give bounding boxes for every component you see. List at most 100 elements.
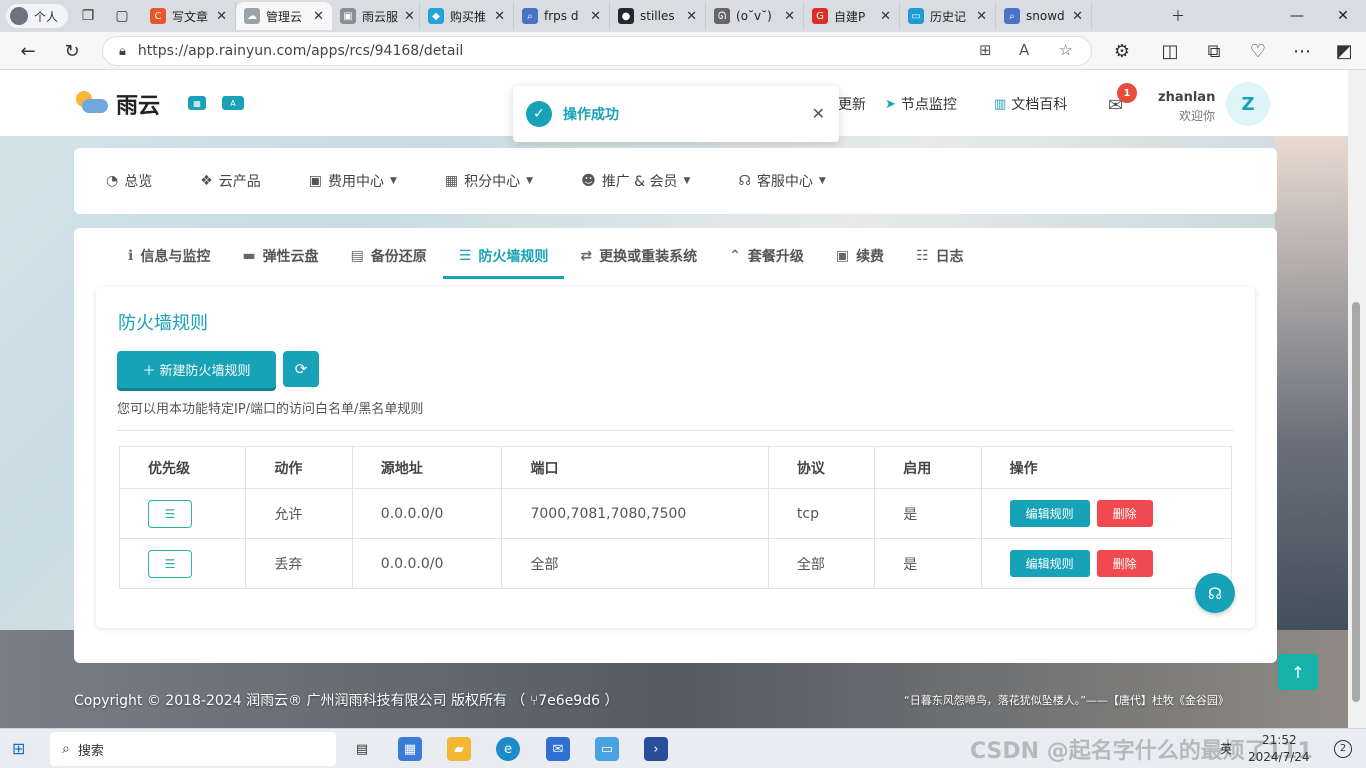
back-to-top-button[interactable]: ↑: [1278, 654, 1318, 690]
browser-tab[interactable]: ☁ 管理云 ✕: [236, 2, 333, 30]
read-aloud-icon[interactable]: A: [1019, 41, 1029, 59]
detail-tab[interactable]: ▤ 备份还原: [335, 239, 443, 273]
profile-avatar-icon: [10, 7, 28, 25]
translate-icon[interactable]: A: [222, 96, 244, 110]
tab-icon: ⌃: [729, 248, 741, 264]
tab-title: frps d: [544, 9, 579, 23]
browser-tab[interactable]: ▭ 历史记 ✕: [900, 2, 997, 30]
browser-tab[interactable]: ⌕ frps d ✕: [514, 2, 611, 30]
page-scrollbar[interactable]: [1348, 70, 1366, 728]
firewall-rules-table: 优先级 动作 源地址 端口 协议 启用 操作 ☰ 允许 0.0.0.0/0 7000,7081,7…: [118, 446, 1233, 589]
browser-tab[interactable]: ᘏ (o˘v˘) ✕: [706, 2, 805, 30]
tab-label: 更换或重装系统: [599, 249, 698, 265]
browser-tab[interactable]: ◆ 购买推 ✕: [420, 2, 515, 30]
tab-close-icon[interactable]: ✕: [313, 9, 324, 24]
tab-close-icon[interactable]: ✕: [686, 9, 697, 24]
powershell-icon[interactable]: ›: [644, 737, 668, 761]
browser-tab[interactable]: C 写文章 ✕: [142, 2, 237, 30]
nav-link-docs[interactable]: ▥ 文档百科: [994, 94, 1067, 114]
edit-rule-button[interactable]: 编辑规则: [1009, 500, 1090, 527]
more-menu-icon[interactable]: ⋯: [1288, 37, 1316, 65]
new-tab-icon[interactable]: ＋: [1164, 2, 1192, 30]
task-view-icon[interactable]: ▤: [350, 737, 374, 761]
reload-icon[interactable]: ↻: [58, 37, 86, 65]
collections-icon[interactable]: ⧉: [1200, 37, 1228, 65]
favorite-star-icon[interactable]: ☆: [1059, 41, 1072, 59]
detail-tab[interactable]: ☰ 防火墙规则: [442, 239, 565, 279]
detail-tab[interactable]: ☷ 日志: [900, 239, 980, 273]
delete-rule-button[interactable]: 删除: [1096, 500, 1153, 527]
edge-icon[interactable]: e: [496, 737, 520, 761]
detail-tab[interactable]: ℹ 信息与监控: [112, 239, 226, 273]
username[interactable]: zhanlan: [1158, 90, 1215, 105]
tab-close-icon[interactable]: ✕: [784, 9, 795, 24]
detail-tab[interactable]: ▣ 续费: [820, 239, 900, 273]
tab-close-icon[interactable]: ✕: [1072, 9, 1083, 24]
back-icon[interactable]: ←: [14, 37, 42, 65]
new-firewall-rule-button[interactable]: ＋ 新建防火墙规则: [117, 351, 276, 388]
notification-badge[interactable]: 2: [1334, 740, 1352, 758]
taskbar-search[interactable]: ⌕ 搜索: [50, 732, 336, 766]
ime-indicator[interactable]: 英: [1220, 740, 1232, 757]
image-toggle-icon[interactable]: ▦: [188, 96, 206, 110]
menu-item[interactable]: ▦ 积分中心 ▼: [445, 171, 533, 191]
site-logo[interactable]: 雨云: [72, 88, 160, 120]
tab-close-icon[interactable]: ✕: [976, 9, 987, 24]
store-icon[interactable]: ▦: [398, 737, 422, 761]
browser-essentials-icon[interactable]: ♡: [1244, 37, 1272, 65]
tab-close-icon[interactable]: ✕: [880, 9, 891, 24]
tab-favicon-icon: ▭: [908, 8, 925, 24]
menu-item[interactable]: ☊ 客服中心 ▼: [738, 171, 825, 191]
minimize-icon[interactable]: —: [1274, 0, 1320, 32]
nav-link-node-monitor[interactable]: ➤ 节点监控: [885, 94, 957, 114]
workspaces-icon[interactable]: ❐: [74, 2, 102, 30]
tab-title: 雨云服: [362, 9, 399, 24]
drag-handle-icon[interactable]: ☰: [148, 549, 192, 578]
menu-item[interactable]: ◔ 总览: [106, 171, 152, 191]
tab-close-icon[interactable]: ✕: [590, 9, 601, 24]
browser-tab[interactable]: ▣ 雨云服 ✕: [332, 2, 421, 30]
tab-close-icon[interactable]: ✕: [404, 9, 415, 24]
mail-app-icon[interactable]: ✉: [546, 737, 570, 761]
extensions-icon[interactable]: ⚙: [1108, 37, 1136, 65]
detail-tab[interactable]: ⌃ 套餐升级: [713, 239, 820, 273]
menu-item[interactable]: ▣ 费用中心 ▼: [309, 171, 397, 191]
browser-tab[interactable]: ● stilles ✕: [610, 2, 707, 30]
detail-tab[interactable]: ▬ 弹性云盘: [226, 239, 334, 273]
nav-link-update[interactable]: 更新: [838, 94, 866, 114]
tab-close-icon[interactable]: ✕: [494, 9, 505, 24]
menu-label: 总览: [124, 174, 153, 190]
url-field[interactable]: 🔒︎ https://app.rainyun.com/apps/rcs/9416…: [102, 36, 1092, 66]
profile-button[interactable]: 个人: [6, 4, 69, 28]
menu-item[interactable]: ❖ 云产品: [200, 171, 261, 191]
edit-rule-button[interactable]: 编辑规则: [1009, 550, 1090, 577]
profile-label: 个人: [34, 9, 59, 24]
app-available-icon[interactable]: ⊞: [979, 41, 992, 59]
user-avatar[interactable]: Z: [1226, 82, 1270, 126]
toast-close-icon[interactable]: ✕: [812, 104, 825, 123]
windows-start-icon[interactable]: ⊞: [12, 739, 25, 758]
menu-item[interactable]: ☻ 推广 & 会员 ▼: [581, 171, 690, 191]
close-window-icon[interactable]: ✕: [1320, 0, 1366, 32]
copilot-icon[interactable]: ◩: [1330, 37, 1358, 65]
delete-rule-button[interactable]: 删除: [1096, 550, 1153, 577]
browser-tab[interactable]: G 自建P ✕: [804, 2, 901, 30]
refresh-button[interactable]: ⟳: [283, 351, 319, 387]
column-header: 操作: [980, 446, 1233, 489]
clock-date[interactable]: 2024/7/24: [1248, 750, 1310, 764]
file-explorer-icon[interactable]: ▰: [447, 737, 471, 761]
tab-actions-icon[interactable]: ▢: [108, 2, 136, 30]
tab-title: 写文章: [172, 9, 209, 24]
customer-support-button[interactable]: ☊: [1195, 573, 1235, 613]
detail-tab[interactable]: ⇄ 更换或重装系统: [564, 239, 713, 273]
clock-time[interactable]: 21:52: [1262, 733, 1297, 747]
tab-close-icon[interactable]: ✕: [216, 9, 227, 24]
arrow-up-icon: ↑: [1291, 662, 1305, 682]
browser-tab[interactable]: ⌕ snowd ✕: [996, 2, 1093, 30]
remote-desktop-icon[interactable]: ▭: [595, 737, 619, 761]
main-menu: ◔ 总览 ❖ 云产品 ▣ 费用中心 ▼ ▦ 积分中心 ▼ ☻ 推广 & 会员 ▼ ☊ 客服中心 ▼: [74, 148, 1277, 214]
tab-title: (o˘v˘): [736, 9, 772, 23]
scrollbar-thumb[interactable]: [1352, 302, 1360, 702]
split-screen-icon[interactable]: ◫: [1156, 37, 1184, 65]
drag-handle-icon[interactable]: ☰: [148, 499, 192, 528]
